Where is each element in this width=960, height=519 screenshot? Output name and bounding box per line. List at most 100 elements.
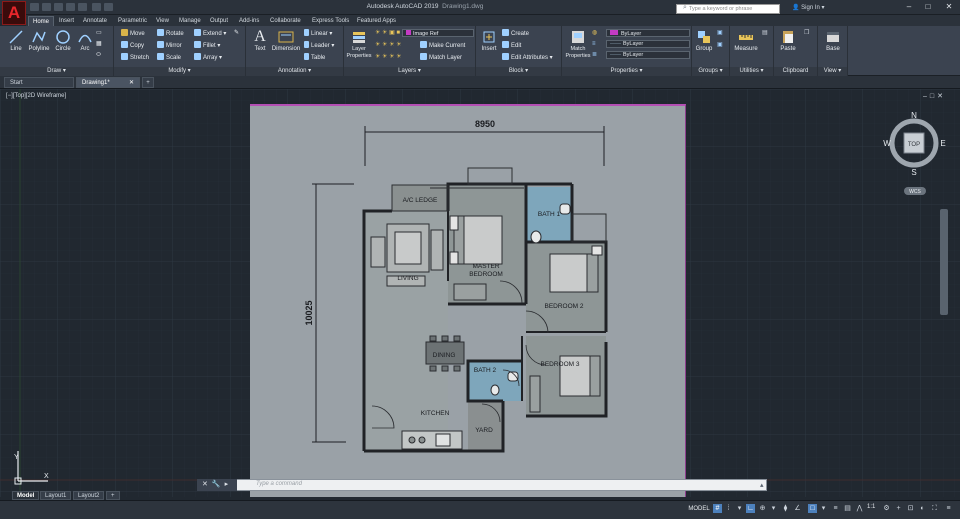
application-menu-button[interactable]: A [2, 1, 26, 25]
clean-screen-icon[interactable]: ⛶ [930, 504, 939, 513]
group-button[interactable]: Group [693, 29, 715, 53]
insert-button[interactable]: Insert [479, 29, 499, 53]
customize-icon[interactable]: ≡ [944, 504, 953, 513]
clipboard-panel-label[interactable]: Clipboard [774, 67, 817, 76]
arc-button[interactable]: Arc [76, 29, 94, 53]
layer-tools-row1[interactable]: ☀ ☀ ☀ ☀ [375, 41, 402, 49]
tab-drawing1[interactable]: Drawing1* ✕ [76, 77, 140, 88]
color-dropdown[interactable]: ByLayer [606, 29, 690, 37]
transparency-icon[interactable]: ▤ [843, 504, 852, 513]
tab-layout2[interactable]: Layout2 [73, 491, 105, 500]
text-button[interactable]: A Text [250, 29, 270, 53]
measure-button[interactable]: Measure [732, 29, 760, 53]
layer-dropdown[interactable]: Image Ref [402, 29, 474, 37]
annotation-scale[interactable]: 1:1 [867, 504, 875, 510]
annotation-scale-icon[interactable]: ⋀ [855, 504, 864, 513]
annotation-panel-label[interactable]: Annotation ▾ [246, 67, 343, 76]
lineweight-dropdown[interactable]: —— ByLayer [606, 51, 690, 59]
copy-clip-icon[interactable]: ❐ [804, 29, 809, 37]
maximize-button[interactable]: □ [919, 1, 937, 13]
tab-layout1[interactable]: Layout1 [40, 491, 72, 500]
quick-select-icon[interactable]: ▤ [762, 29, 768, 37]
scale-button[interactable]: Scale [157, 53, 181, 62]
grid-icon[interactable]: # [713, 504, 722, 513]
make-current-button[interactable]: Make Current [420, 41, 465, 50]
snap-dropdown-icon[interactable]: ▾ [735, 504, 744, 513]
tab-addins[interactable]: Add-ins [235, 16, 263, 26]
annotation-monitor-icon[interactable]: + [894, 504, 903, 513]
tab-parametric[interactable]: Parametric [114, 16, 151, 26]
sign-in-link[interactable]: 👤 Sign In ▾ [792, 4, 825, 11]
paste-button[interactable]: Paste [776, 29, 800, 53]
tab-home[interactable]: Home [28, 16, 55, 26]
rectangle-icon[interactable]: ▭ [96, 29, 102, 37]
command-history-icon[interactable]: ▴ [760, 481, 764, 489]
layer-state-icons[interactable]: ☀ ☀ ▣ ■ [375, 29, 400, 37]
layers-panel-label[interactable]: Layers ▾ [344, 67, 475, 76]
save-icon[interactable] [54, 3, 63, 11]
tab-featured-apps[interactable]: Featured Apps [353, 16, 400, 26]
compass-w[interactable]: W [883, 139, 891, 148]
utilities-panel-label[interactable]: Utilities ▾ [730, 67, 773, 76]
osnap-icon[interactable]: □ [808, 504, 817, 513]
rotate-button[interactable]: Rotate [157, 29, 184, 38]
drawing-viewport[interactable]: [−][Top][2D Wireframe] –□✕ 8950 10025 A/… [0, 89, 960, 497]
search-input[interactable]: Type a keyword or phrase [676, 4, 780, 14]
match-properties-button[interactable]: Match Properties [564, 29, 592, 60]
close-button[interactable]: ✕ [940, 1, 958, 13]
snap-icon[interactable]: ⁞ [724, 504, 733, 513]
tab-model[interactable]: Model [12, 491, 40, 500]
tab-collaborate[interactable]: Collaborate [266, 16, 305, 26]
polar-icon[interactable]: ⊕ [758, 504, 767, 513]
view-panel-label[interactable]: View ▾ [818, 67, 847, 76]
line-button[interactable]: Line [6, 29, 26, 53]
circle-button[interactable]: Circle [53, 29, 73, 53]
extend-button[interactable]: Extend ▾ [194, 29, 226, 38]
mirror-button[interactable]: Mirror [157, 41, 182, 50]
ortho-icon[interactable]: ∟ [746, 504, 755, 513]
print-icon[interactable] [78, 3, 87, 11]
polar-dropdown-icon[interactable]: ▾ [769, 504, 778, 513]
leader-button[interactable]: Leader ▾ [304, 41, 334, 50]
viewport-controls-label[interactable]: [−][Top][2D Wireframe] [6, 93, 66, 99]
isodraft-icon[interactable]: ⧫ [781, 504, 790, 513]
move-button[interactable]: Move [121, 29, 145, 38]
fillet-button[interactable]: Fillet ▾ [194, 41, 220, 50]
erase-icon[interactable]: ✎ [234, 29, 239, 37]
close-tab-icon[interactable]: ✕ [129, 78, 134, 89]
create-button[interactable]: Create [502, 29, 529, 38]
lineweight-toggle-icon[interactable]: ≡ [831, 504, 840, 513]
compass-e[interactable]: E [940, 139, 945, 148]
layer-properties-button[interactable]: Layer Properties [345, 29, 373, 60]
ungroup-icon[interactable]: ▣ [717, 29, 723, 37]
viewport-window-controls[interactable]: –□✕ [923, 92, 946, 100]
polyline-button[interactable]: Polyline [27, 29, 51, 53]
ellipse-icon[interactable]: ⬭ [96, 51, 101, 59]
tab-express-tools[interactable]: Express Tools [308, 16, 353, 26]
minimize-button[interactable]: – [900, 1, 918, 13]
isolate-icon[interactable]: ◐ [918, 504, 927, 513]
model-space-button[interactable]: MODEL [687, 504, 711, 514]
group-edit-icon[interactable]: ▣ [717, 41, 723, 49]
tab-output[interactable]: Output [206, 16, 232, 26]
open-icon[interactable] [42, 3, 51, 11]
dimension-button[interactable]: Dimension [271, 29, 301, 53]
linear-button[interactable]: Linear ▾ [304, 29, 332, 38]
new-icon[interactable] [30, 3, 39, 11]
hatch-icon[interactable]: ▦ [96, 40, 102, 48]
units-icon[interactable]: ⊡ [906, 504, 915, 513]
stretch-button[interactable]: Stretch [121, 53, 149, 62]
properties-panel-label[interactable]: Properties ▾ [562, 67, 691, 76]
groups-panel-label[interactable]: Groups ▾ [692, 67, 729, 76]
viewcube[interactable]: TOP N S E W WCS [880, 107, 946, 203]
redo-icon[interactable] [104, 3, 113, 11]
layer-tools-row2[interactable]: ☀ ☀ ☀ ☀ [375, 53, 402, 61]
table-button[interactable]: Table [304, 53, 325, 62]
copy-button[interactable]: Copy [121, 41, 144, 50]
edit-attributes-button[interactable]: Edit Attributes ▾ [502, 53, 553, 62]
osnap-dropdown-icon[interactable]: ▾ [819, 504, 828, 513]
modify-panel-label[interactable]: Modify ▾ [114, 67, 245, 76]
tab-view[interactable]: View [152, 16, 173, 26]
compass-s[interactable]: S [911, 168, 916, 177]
add-layout-button[interactable]: + [106, 491, 120, 500]
